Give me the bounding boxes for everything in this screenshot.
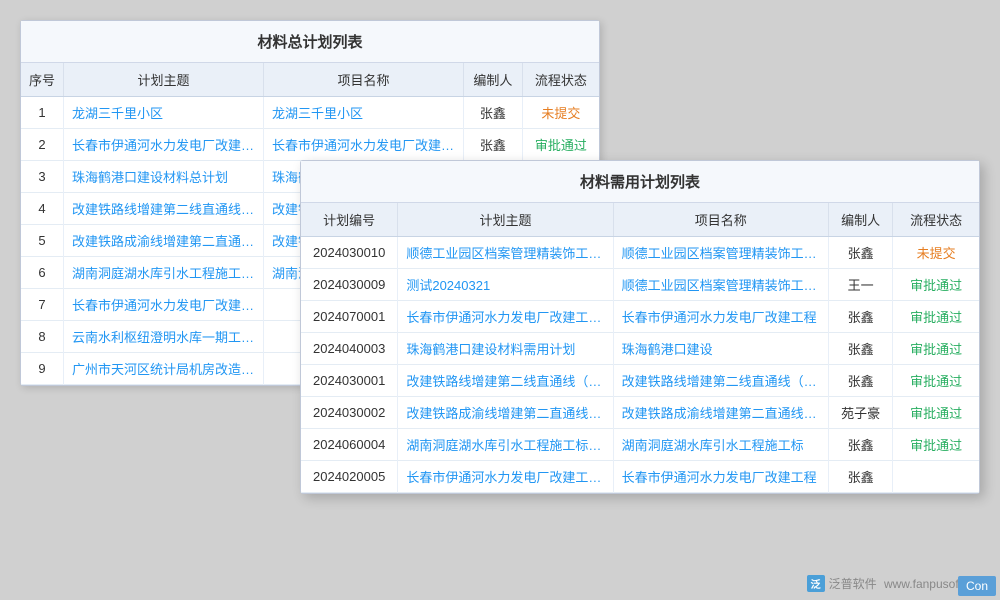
- cell-editor: 张鑫: [464, 97, 523, 129]
- cell-seq: 9: [21, 353, 64, 385]
- table1-title: 材料总计划列表: [21, 21, 599, 63]
- cell-seq: 8: [21, 321, 64, 353]
- cell-code: 2024030002: [301, 397, 398, 429]
- table2-header-editor: 编制人: [828, 203, 893, 237]
- table-row[interactable]: 2024030010 顺德工业园区档案管理精装饰工程（... 顺德工业园区档案管…: [301, 237, 979, 269]
- cell-project[interactable]: 顺德工业园区档案管理精装饰工程（...: [613, 269, 828, 301]
- cell-status: [893, 461, 979, 493]
- cell-status: 审批通过: [893, 269, 979, 301]
- table1-header-editor: 编制人: [464, 63, 523, 97]
- cell-editor: 张鑫: [464, 129, 523, 161]
- con-button[interactable]: Con: [958, 576, 996, 596]
- cell-seq: 2: [21, 129, 64, 161]
- cell-plan[interactable]: 改建铁路成渝线增建第二直通线（成渝枢纽...: [64, 225, 264, 257]
- cell-editor: 张鑫: [828, 301, 893, 333]
- cell-plan[interactable]: 湖南洞庭湖水库引水工程施工标材料总计划: [64, 257, 264, 289]
- table-row[interactable]: 2024040003 珠海鹤港口建设材料需用计划 珠海鹤港口建设 张鑫 审批通过: [301, 333, 979, 365]
- table1-header-plan: 计划主题: [64, 63, 264, 97]
- cell-plan[interactable]: 广州市天河区统计局机房改造项目材料总计划: [64, 353, 264, 385]
- cell-status: 未提交: [522, 97, 599, 129]
- cell-plan[interactable]: 长春市伊通河水力发电厂改建工程材料总计划: [64, 289, 264, 321]
- cell-plan[interactable]: 长春市伊通河水力发电厂改建工程材...: [398, 461, 613, 493]
- table-row[interactable]: 2024070001 长春市伊通河水力发电厂改建工程合... 长春市伊通河水力发…: [301, 301, 979, 333]
- cell-plan[interactable]: 改建铁路线增建第二线直通线（成都...: [398, 365, 613, 397]
- cell-project[interactable]: 龙湖三千里小区: [264, 97, 464, 129]
- cell-status: 审批通过: [893, 333, 979, 365]
- cell-seq: 3: [21, 161, 64, 193]
- cell-plan[interactable]: 顺德工业园区档案管理精装饰工程（...: [398, 237, 613, 269]
- table2-header-project: 项目名称: [613, 203, 828, 237]
- cell-status: 审批通过: [893, 301, 979, 333]
- cell-code: 2024060004: [301, 429, 398, 461]
- material-usage-plan-container: 材料需用计划列表 计划编号 计划主题 项目名称 编制人 流程状态 2024030…: [300, 160, 980, 494]
- table2-header-code: 计划编号: [301, 203, 398, 237]
- cell-project[interactable]: 长春市伊通河水力发电厂改建工程: [613, 301, 828, 333]
- cell-project[interactable]: 顺德工业园区档案管理精装饰工程（...: [613, 237, 828, 269]
- cell-editor: 张鑫: [828, 333, 893, 365]
- cell-code: 2024030009: [301, 269, 398, 301]
- cell-code: 2024020005: [301, 461, 398, 493]
- table2-header-status: 流程状态: [893, 203, 979, 237]
- cell-plan[interactable]: 长春市伊通河水力发电厂改建工程合...: [398, 301, 613, 333]
- cell-seq: 5: [21, 225, 64, 257]
- cell-editor: 王一: [828, 269, 893, 301]
- table-row[interactable]: 2 长春市伊通河水力发电厂改建工程合同材料... 长春市伊通河水力发电厂改建工程…: [21, 129, 599, 161]
- cell-code: 2024030001: [301, 365, 398, 397]
- cell-editor: 苑子豪: [828, 397, 893, 429]
- table2-title: 材料需用计划列表: [301, 161, 979, 203]
- cell-status: 审批通过: [893, 365, 979, 397]
- cell-plan[interactable]: 改建铁路线增建第二线直通线（成都-西安）...: [64, 193, 264, 225]
- cell-plan[interactable]: 龙湖三千里小区: [64, 97, 264, 129]
- cell-status: 审批通过: [893, 429, 979, 461]
- cell-project[interactable]: 长春市伊通河水力发电厂改建工程: [613, 461, 828, 493]
- cell-plan[interactable]: 珠海鹤港口建设材料需用计划: [398, 333, 613, 365]
- table1-header-row: 序号 计划主题 项目名称 编制人 流程状态: [21, 63, 599, 97]
- cell-editor: 张鑫: [828, 461, 893, 493]
- page-wrapper: 材料总计划列表 序号 计划主题 项目名称 编制人 流程状态 1 龙湖三千里小区 …: [0, 0, 1000, 600]
- cell-plan[interactable]: 改建铁路成渝线增建第二直通线（成...: [398, 397, 613, 429]
- table-row[interactable]: 2024030009 测试20240321 顺德工业园区档案管理精装饰工程（..…: [301, 269, 979, 301]
- cell-code: 2024030010: [301, 237, 398, 269]
- cell-seq: 7: [21, 289, 64, 321]
- cell-editor: 张鑫: [828, 365, 893, 397]
- cell-project[interactable]: 改建铁路线增建第二线直通线（成都...: [613, 365, 828, 397]
- watermark-logo: 泛: [807, 575, 825, 592]
- cell-plan[interactable]: 云南水利枢纽澄明水库一期工程施工标材料...: [64, 321, 264, 353]
- table-row[interactable]: 2024060004 湖南洞庭湖水库引水工程施工标材... 湖南洞庭湖水库引水工…: [301, 429, 979, 461]
- cell-project[interactable]: 长春市伊通河水力发电厂改建工程: [264, 129, 464, 161]
- cell-seq: 4: [21, 193, 64, 225]
- table2: 计划编号 计划主题 项目名称 编制人 流程状态 2024030010 顺德工业园…: [301, 203, 979, 493]
- table1-header-seq: 序号: [21, 63, 64, 97]
- table2-header-row: 计划编号 计划主题 项目名称 编制人 流程状态: [301, 203, 979, 237]
- table1-header-status: 流程状态: [522, 63, 599, 97]
- cell-project[interactable]: 改建铁路成渝线增建第二直通线（成...: [613, 397, 828, 429]
- cell-status: 审批通过: [522, 129, 599, 161]
- cell-plan[interactable]: 珠海鹤港口建设材料总计划: [64, 161, 264, 193]
- cell-plan[interactable]: 长春市伊通河水力发电厂改建工程合同材料...: [64, 129, 264, 161]
- cell-status: 审批通过: [893, 397, 979, 429]
- cell-plan[interactable]: 测试20240321: [398, 269, 613, 301]
- table-row[interactable]: 2024020005 长春市伊通河水力发电厂改建工程材... 长春市伊通河水力发…: [301, 461, 979, 493]
- table2-header-plan: 计划主题: [398, 203, 613, 237]
- cell-plan[interactable]: 湖南洞庭湖水库引水工程施工标材...: [398, 429, 613, 461]
- cell-editor: 张鑫: [828, 237, 893, 269]
- table2-body: 2024030010 顺德工业园区档案管理精装饰工程（... 顺德工业园区档案管…: [301, 237, 979, 493]
- cell-project[interactable]: 湖南洞庭湖水库引水工程施工标: [613, 429, 828, 461]
- cell-seq: 1: [21, 97, 64, 129]
- table-row[interactable]: 2024030002 改建铁路成渝线增建第二直通线（成... 改建铁路成渝线增建…: [301, 397, 979, 429]
- table1-header-project: 项目名称: [264, 63, 464, 97]
- table-row[interactable]: 1 龙湖三千里小区 龙湖三千里小区 张鑫 未提交: [21, 97, 599, 129]
- table-row[interactable]: 2024030001 改建铁路线增建第二线直通线（成都... 改建铁路线增建第二…: [301, 365, 979, 397]
- cell-project[interactable]: 珠海鹤港口建设: [613, 333, 828, 365]
- cell-editor: 张鑫: [828, 429, 893, 461]
- cell-status: 未提交: [893, 237, 979, 269]
- cell-code: 2024040003: [301, 333, 398, 365]
- cell-seq: 6: [21, 257, 64, 289]
- cell-code: 2024070001: [301, 301, 398, 333]
